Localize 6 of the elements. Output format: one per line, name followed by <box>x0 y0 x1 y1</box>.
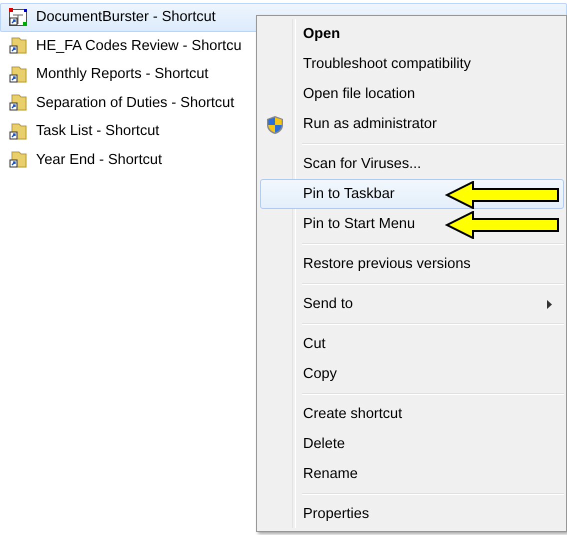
file-name: Monthly Reports - Shortcut <box>36 66 208 82</box>
file-name: DocumentBurster - Shortcut <box>36 9 216 26</box>
file-name: HE_FA Codes Review - Shortcu <box>36 38 242 54</box>
file-name: Task List - Shortcut <box>36 123 160 140</box>
file-name: Year End - Shortcut <box>36 152 162 168</box>
file-name: Separation of Duties - Shortcut <box>36 94 234 111</box>
